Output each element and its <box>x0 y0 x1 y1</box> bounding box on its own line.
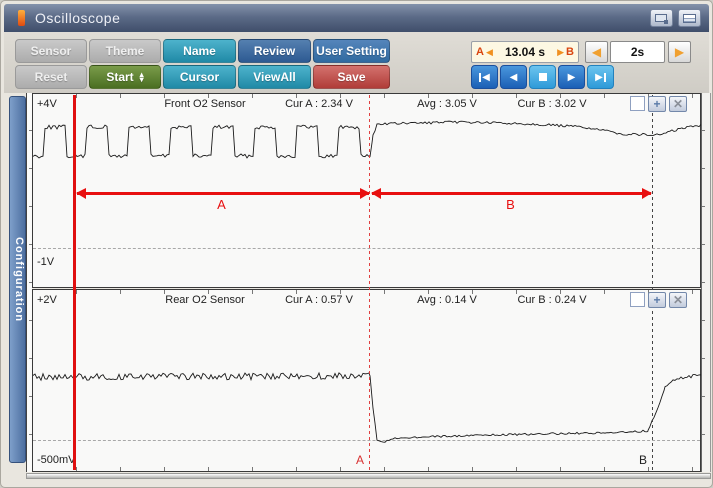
timebase-next-button[interactable]: ▶ <box>668 41 691 63</box>
cursor-a-left-icon[interactable]: ◀ <box>486 47 493 58</box>
app-icon <box>18 10 25 26</box>
start-button[interactable]: Start ▴ ▾ <box>89 65 161 89</box>
cursor-b-marker: B <box>639 453 648 467</box>
cursor-b-line[interactable] <box>652 95 653 470</box>
skip-start-button[interactable]: ◀ <box>471 65 498 89</box>
right-axis-ticks <box>701 93 711 472</box>
updown-icon: ▴ ▾ <box>139 69 144 84</box>
channel-checkbox[interactable] <box>630 96 645 111</box>
titlebar-buttons <box>650 9 701 27</box>
start-label: Start <box>106 70 134 84</box>
close-icon[interactable]: ✕ <box>669 96 687 112</box>
channel-checkbox[interactable] <box>630 292 645 307</box>
panel-controls: + ✕ <box>630 96 687 112</box>
close-icon[interactable]: ✕ <box>669 292 687 308</box>
play-button[interactable]: ▶ <box>558 65 585 89</box>
bar-glyph <box>479 72 482 82</box>
timebase-prev-button[interactable]: ◀ <box>585 41 608 63</box>
waveform-rear-o2 <box>33 371 702 443</box>
screen-glyph <box>655 14 668 24</box>
window-title: Oscilloscope <box>35 10 121 26</box>
horizontal-scrollbar[interactable] <box>26 473 711 479</box>
save-button[interactable]: Save <box>313 65 390 89</box>
timebase-value[interactable]: 2s <box>610 41 665 63</box>
stop-button[interactable] <box>529 65 556 89</box>
reset-button[interactable]: Reset <box>15 65 87 89</box>
zoom-in-icon[interactable]: + <box>648 292 666 308</box>
region-b-arrow <box>371 188 652 199</box>
bar-glyph <box>603 72 606 82</box>
window-layout-icon[interactable] <box>678 9 701 27</box>
plot-column: +4V Front O2 Sensor Cur A : 2.34 V Avg :… <box>32 93 702 478</box>
layout-glyph <box>683 14 696 23</box>
zoom-in-icon[interactable]: + <box>648 96 666 112</box>
toolbar: Sensor Theme Name Review User Setting Re… <box>4 32 709 93</box>
screen-capture-icon[interactable] <box>650 9 673 27</box>
name-button[interactable]: Name <box>163 39 236 63</box>
title-bar: Oscilloscope <box>4 4 709 32</box>
scope-area: Configuration +4V Front O2 Sensor Cur A … <box>4 93 711 486</box>
user-setting-button[interactable]: User Setting <box>313 39 390 63</box>
panel-controls: + ✕ <box>630 292 687 308</box>
region-a-arrow <box>76 188 370 199</box>
configuration-tab[interactable]: Configuration <box>9 96 26 463</box>
stop-glyph <box>538 73 547 81</box>
cursor-a-marker: A <box>356 453 365 467</box>
viewall-button[interactable]: ViewAll <box>238 65 311 89</box>
x-axis-ticks-bottom <box>33 467 700 471</box>
tick-pattern <box>702 93 705 472</box>
cursor-button[interactable]: Cursor <box>163 65 236 89</box>
play-back-button[interactable]: ◀ <box>500 65 527 89</box>
cursor-a-line[interactable] <box>369 95 370 470</box>
trigger-cursor-line[interactable] <box>73 95 76 470</box>
ab-time-value: 13.04 s <box>504 45 546 59</box>
skip-end-button[interactable]: ▶ <box>587 65 614 89</box>
region-a-label: A <box>217 197 226 212</box>
ab-time-display[interactable]: A ◀ 13.04 s ▶ B <box>471 41 579 63</box>
review-button[interactable]: Review <box>238 39 311 63</box>
scope-panel-rear-o2: +2V Rear O2 Sensor Cur A : 0.57 V Avg : … <box>32 289 702 472</box>
cursor-a-label: A <box>476 46 484 58</box>
oscilloscope-window: Oscilloscope Sensor Theme Name Review Us… <box>0 0 713 488</box>
cursor-b-right-icon[interactable]: ▶ <box>557 47 564 58</box>
playback-controls: ◀ ◀ ▶ ▶ <box>471 65 614 89</box>
theme-button[interactable]: Theme <box>89 39 161 63</box>
region-b-label: B <box>506 197 515 212</box>
sensor-button[interactable]: Sensor <box>15 39 87 63</box>
cursor-b-label: B <box>566 46 574 58</box>
